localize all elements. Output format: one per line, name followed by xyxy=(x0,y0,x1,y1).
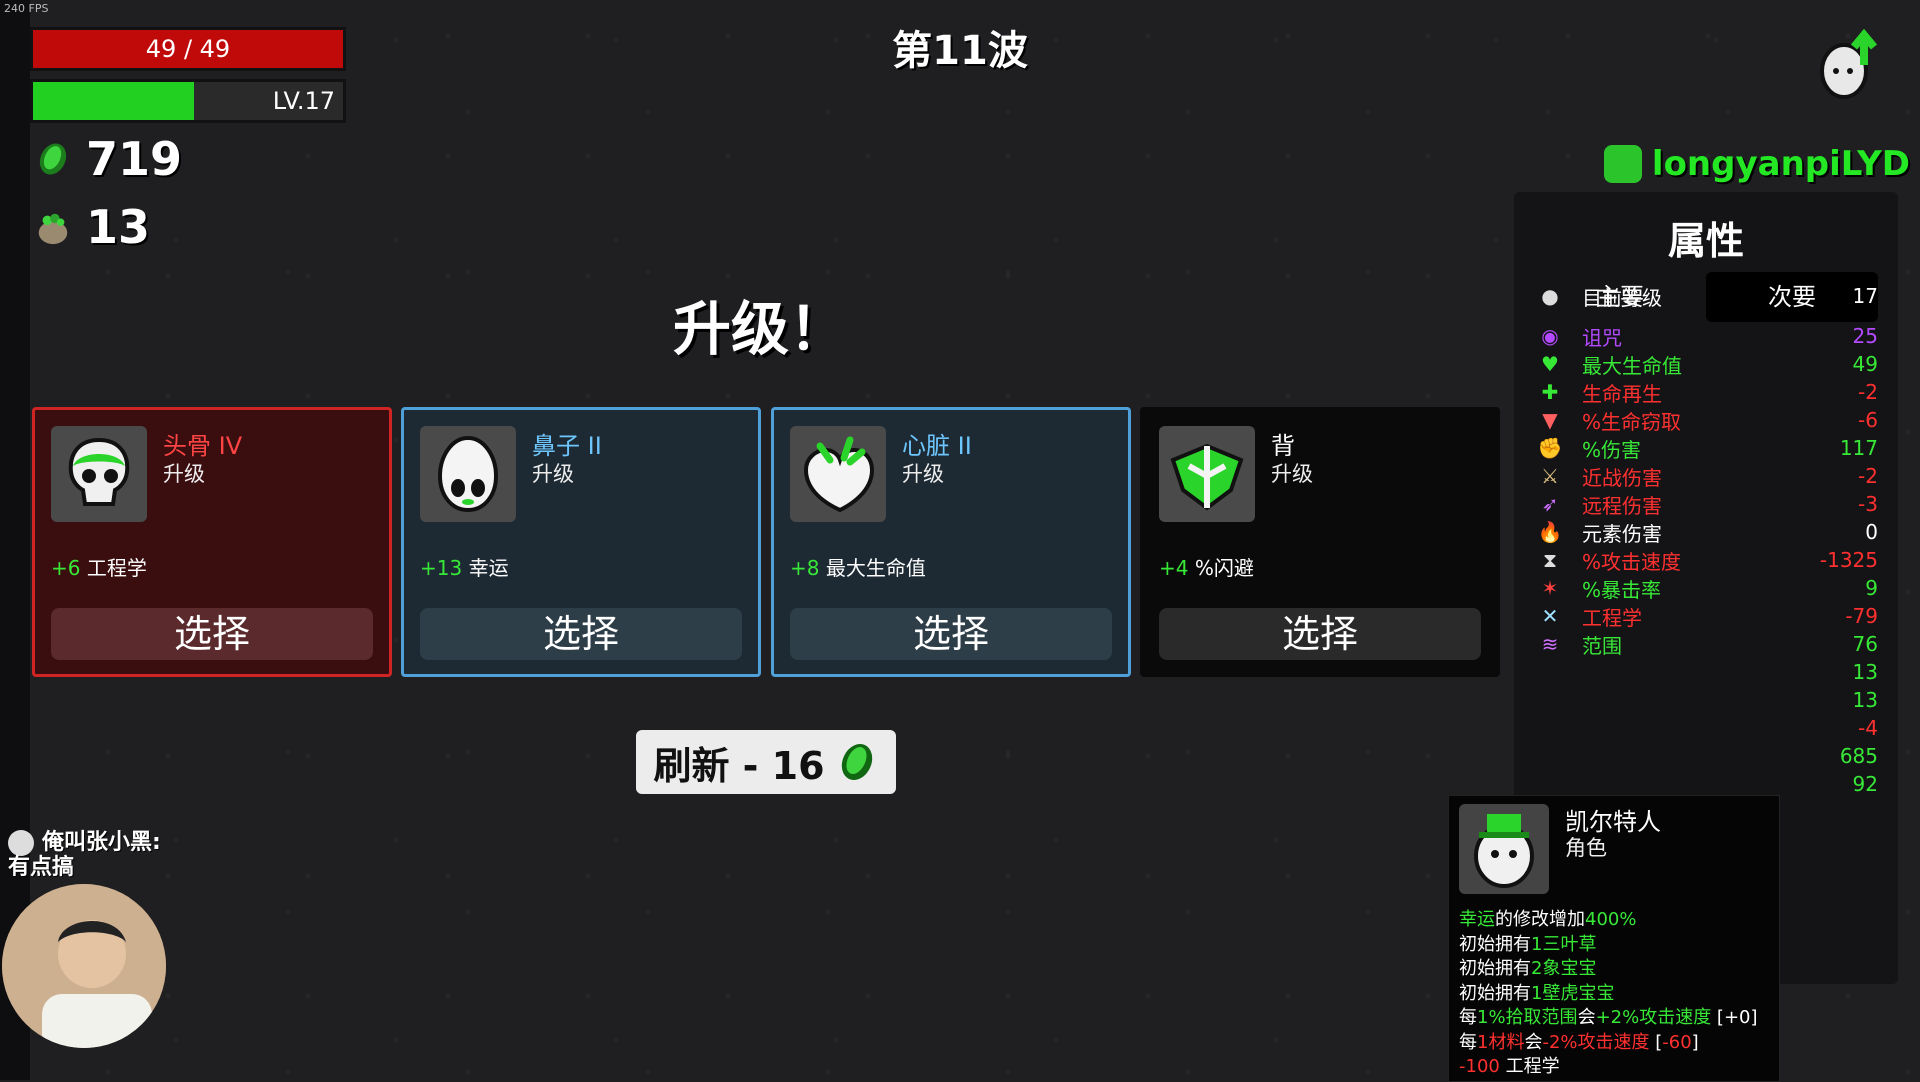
stat-value: -2 xyxy=(1858,464,1878,488)
level-icon: ● xyxy=(1541,284,1559,308)
stat-value: 13 xyxy=(1852,660,1878,684)
choose-button[interactable]: 选择 xyxy=(1159,608,1481,660)
bag-counter: 13 xyxy=(34,200,150,254)
stat-row: ● 目前等级 17 xyxy=(1536,279,1878,313)
character-effect-line: 初始拥有2象宝宝 xyxy=(1459,958,1597,979)
xp-bar: LV.17 xyxy=(30,79,346,123)
character-level-icon xyxy=(1820,28,1878,99)
chat-user: 俺叫张小黑: xyxy=(42,830,161,855)
materials-counter: 719 xyxy=(34,132,182,186)
stat-value: -1325 xyxy=(1819,548,1878,572)
card-stat: +4 %闪避 xyxy=(1159,556,1254,580)
character-effect-line: 幸运的修改增加400% xyxy=(1459,909,1637,930)
bag-icon xyxy=(38,213,68,245)
xp-bar-fill xyxy=(33,82,195,120)
character-portrait xyxy=(1459,804,1549,894)
chat-avatar xyxy=(8,830,34,856)
stat-icon xyxy=(1536,714,1564,742)
character-effect-line: -100 工程学 xyxy=(1459,1056,1560,1077)
stat-value: -6 xyxy=(1858,408,1878,432)
range-icon: ≋ xyxy=(1541,632,1559,656)
stat-value: 49 xyxy=(1852,352,1878,376)
damage-icon: ✊ xyxy=(1537,436,1563,460)
fps-counter: 240 FPS xyxy=(4,2,49,15)
crit-icon: ✶ xyxy=(1541,576,1559,600)
material-icon xyxy=(39,143,67,175)
card-subtitle: 升级 xyxy=(902,462,944,486)
card-title: 背 xyxy=(1271,432,1295,460)
heart-icon xyxy=(790,426,886,522)
stat-value: -79 xyxy=(1845,604,1878,628)
stat-value: 13 xyxy=(1852,688,1878,712)
card-subtitle: 升级 xyxy=(163,462,205,486)
material-icon xyxy=(841,744,872,780)
character-role: 角色 xyxy=(1565,836,1607,860)
stats-title: 属性 xyxy=(1667,219,1744,263)
engineering-icon: ✕ xyxy=(1541,604,1559,628)
card-title: 头骨 IV xyxy=(163,432,243,460)
curse-icon: ◉ xyxy=(1541,324,1559,348)
card-stat: +8 最大生命值 xyxy=(790,556,926,580)
elemental-icon: 🔥 xyxy=(1537,520,1563,544)
chat-message: 俺叫张小黑: 有点搞 xyxy=(8,830,161,880)
streamer-username: longyanpiLYD xyxy=(1603,144,1910,184)
choose-button[interactable]: 选择 xyxy=(790,608,1112,660)
character-effect-line: 初始拥有1三叶草 xyxy=(1459,933,1597,955)
regen-icon: ✚ xyxy=(1541,380,1559,404)
stat-icon xyxy=(1536,686,1564,714)
stat-icon xyxy=(1536,658,1564,686)
card-subtitle: 升级 xyxy=(1271,462,1313,486)
nose-icon xyxy=(420,426,516,522)
card-title: 心脏 II xyxy=(902,432,972,460)
stat-value: 0 xyxy=(1865,520,1878,544)
melee-icon: ⚔ xyxy=(1541,464,1559,488)
upgrade-card-back: 背 升级 +4 %闪避 选择 xyxy=(1140,407,1500,677)
bag-count: 13 xyxy=(86,200,151,254)
ranged-icon: ➶ xyxy=(1541,492,1559,516)
card-stat: +6 工程学 xyxy=(51,556,147,580)
heart-icon: ♥ xyxy=(1541,352,1559,376)
stat-value: 685 xyxy=(1839,744,1878,768)
character-effect-line: 初始拥有1壁虎宝宝 xyxy=(1459,982,1615,1004)
stat-value: 17 xyxy=(1852,284,1878,308)
card-stat: +13 幸运 xyxy=(420,556,509,580)
choose-button[interactable]: 选择 xyxy=(420,608,742,660)
wave-title: 第11波 xyxy=(892,28,1028,74)
stat-icon xyxy=(1536,770,1564,798)
reroll-label: 刷新 - 16 xyxy=(653,743,825,788)
stat-value: 117 xyxy=(1839,436,1878,460)
reroll-button[interactable]: 刷新 - 16 xyxy=(636,730,896,794)
skull-icon xyxy=(51,426,147,522)
character-effect-line: 每1%拾取范围会+2%攻击速度 [+0] xyxy=(1459,1007,1758,1028)
upgrade-card-skull: 头骨 IV 升级 +6 工程学 选择 xyxy=(32,407,392,677)
stat-value: -2 xyxy=(1858,380,1878,404)
back-icon xyxy=(1159,426,1255,522)
character-effect-line: 每1材料会-2%攻击速度 [-60] xyxy=(1459,1031,1699,1053)
choose-button[interactable]: 选择 xyxy=(51,608,373,660)
character-effects: 幸运的修改增加400% 初始拥有1三叶草 初始拥有2象宝宝 初始拥有1壁虎宝宝每1%拾… xyxy=(1459,908,1773,1080)
stat-label: 目前等级 xyxy=(1582,285,1662,310)
stat-value: -3 xyxy=(1858,492,1878,516)
character-tooltip: 凯尔特人 角色 幸运的修改增加400% 初始拥有1三叶草 初始拥有2象宝宝 初始拥有1… xyxy=(1448,795,1780,1082)
lifesteal-icon: ▼ xyxy=(1542,408,1558,432)
stat-value: 92 xyxy=(1852,772,1878,796)
upgrade-card-heart: 心脏 II 升级 +8 最大生命值 选择 xyxy=(771,407,1131,677)
chat-text: 有点搞 xyxy=(8,855,75,880)
levelup-title: 升级！ xyxy=(672,295,847,363)
level-text: LV.17 xyxy=(272,87,335,115)
card-title: 鼻子 II xyxy=(532,432,602,460)
attack-speed-icon: ⧗ xyxy=(1542,548,1558,572)
stat-value: 25 xyxy=(1852,324,1878,348)
streamer-webcam xyxy=(2,884,166,1048)
stat-icon xyxy=(1536,742,1564,770)
card-subtitle: 升级 xyxy=(532,462,574,486)
upgrade-card-nose: 鼻子 II 升级 +13 幸运 选择 xyxy=(401,407,761,677)
stat-value: 9 xyxy=(1865,576,1878,600)
wechat-icon xyxy=(1603,145,1642,183)
stat-value: 76 xyxy=(1852,632,1878,656)
materials-count: 719 xyxy=(86,132,183,186)
stat-value: -4 xyxy=(1858,716,1878,740)
